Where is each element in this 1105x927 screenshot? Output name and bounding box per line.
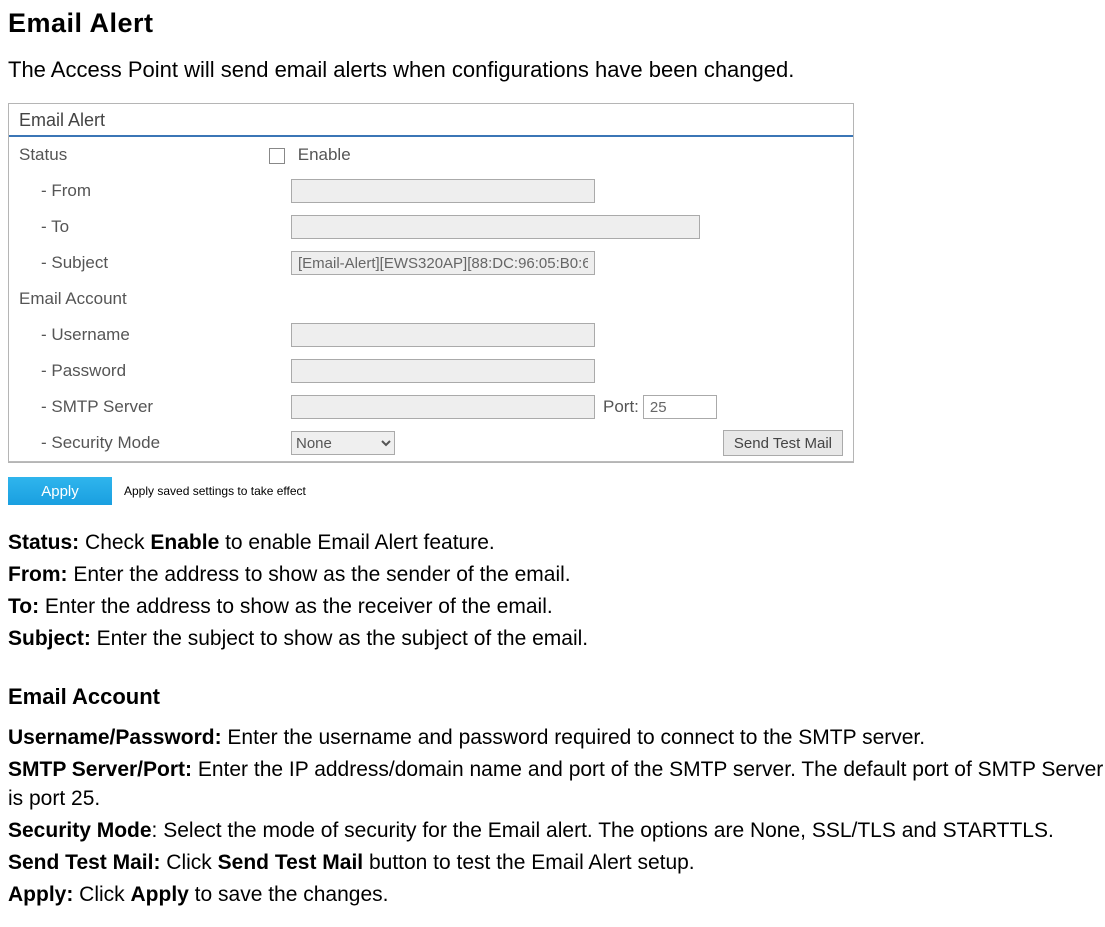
- desc-to: To: Enter the address to show as the rec…: [8, 593, 1105, 622]
- from-row: - From: [9, 173, 853, 209]
- apply-button[interactable]: Apply: [8, 477, 112, 505]
- intro-text: The Access Point will send email alerts …: [8, 57, 1105, 83]
- username-label: - Username: [19, 325, 291, 345]
- to-row: - To: [9, 209, 853, 245]
- smtp-row: - SMTP Server Port:: [9, 389, 853, 425]
- desc-smtp-port: SMTP Server/Port: Enter the IP address/d…: [8, 756, 1105, 814]
- status-row: Status Enable: [9, 137, 853, 173]
- smtp-server-input[interactable]: [291, 395, 595, 419]
- subject-row: - Subject: [9, 245, 853, 281]
- desc-security-mode: Security Mode: Select the mode of securi…: [8, 817, 1105, 846]
- subject-input[interactable]: [291, 251, 595, 275]
- username-row: - Username: [9, 317, 853, 353]
- apply-bar: Apply Apply saved settings to take effec…: [8, 477, 1105, 505]
- send-test-mail-button[interactable]: Send Test Mail: [723, 430, 843, 456]
- desc-status: Status: Check Enable to enable Email Ale…: [8, 529, 1105, 558]
- field-descriptions: Status: Check Enable to enable Email Ale…: [8, 529, 1105, 654]
- email-alert-panel: Email Alert Status Enable - From - To - …: [8, 103, 854, 463]
- page-title: Email Alert: [8, 8, 1105, 39]
- password-label: - Password: [19, 361, 291, 381]
- desc-apply: Apply: Click Apply to save the changes.: [8, 881, 1105, 910]
- account-row: Email Account: [9, 281, 853, 317]
- security-row: - Security Mode None Send Test Mail: [9, 425, 853, 461]
- subject-label: - Subject: [19, 253, 291, 273]
- password-row: - Password: [9, 353, 853, 389]
- username-input[interactable]: [291, 323, 595, 347]
- account-descriptions: Username/Password: Enter the username an…: [8, 724, 1105, 910]
- account-label: Email Account: [19, 289, 127, 309]
- smtp-label: - SMTP Server: [19, 397, 291, 417]
- status-label: Status: [19, 145, 269, 165]
- panel-title: Email Alert: [9, 104, 853, 135]
- enable-label: Enable: [298, 145, 351, 164]
- email-account-heading: Email Account: [8, 684, 1105, 710]
- to-label: - To: [19, 217, 291, 237]
- security-label: - Security Mode: [19, 433, 291, 453]
- desc-username-password: Username/Password: Enter the username an…: [8, 724, 1105, 753]
- from-input[interactable]: [291, 179, 595, 203]
- desc-subject: Subject: Enter the subject to show as th…: [8, 625, 1105, 654]
- port-input[interactable]: [643, 395, 717, 419]
- desc-from: From: Enter the address to show as the s…: [8, 561, 1105, 590]
- enable-wrap: Enable: [269, 145, 351, 165]
- security-mode-select[interactable]: None: [291, 431, 395, 455]
- port-label: Port:: [603, 397, 639, 417]
- desc-send-test: Send Test Mail: Click Send Test Mail but…: [8, 849, 1105, 878]
- from-label: - From: [19, 181, 291, 201]
- apply-note: Apply saved settings to take effect: [124, 484, 306, 498]
- to-input[interactable]: [291, 215, 700, 239]
- password-input[interactable]: [291, 359, 595, 383]
- enable-checkbox[interactable]: [269, 148, 285, 164]
- panel-bottom-divider: [9, 461, 853, 462]
